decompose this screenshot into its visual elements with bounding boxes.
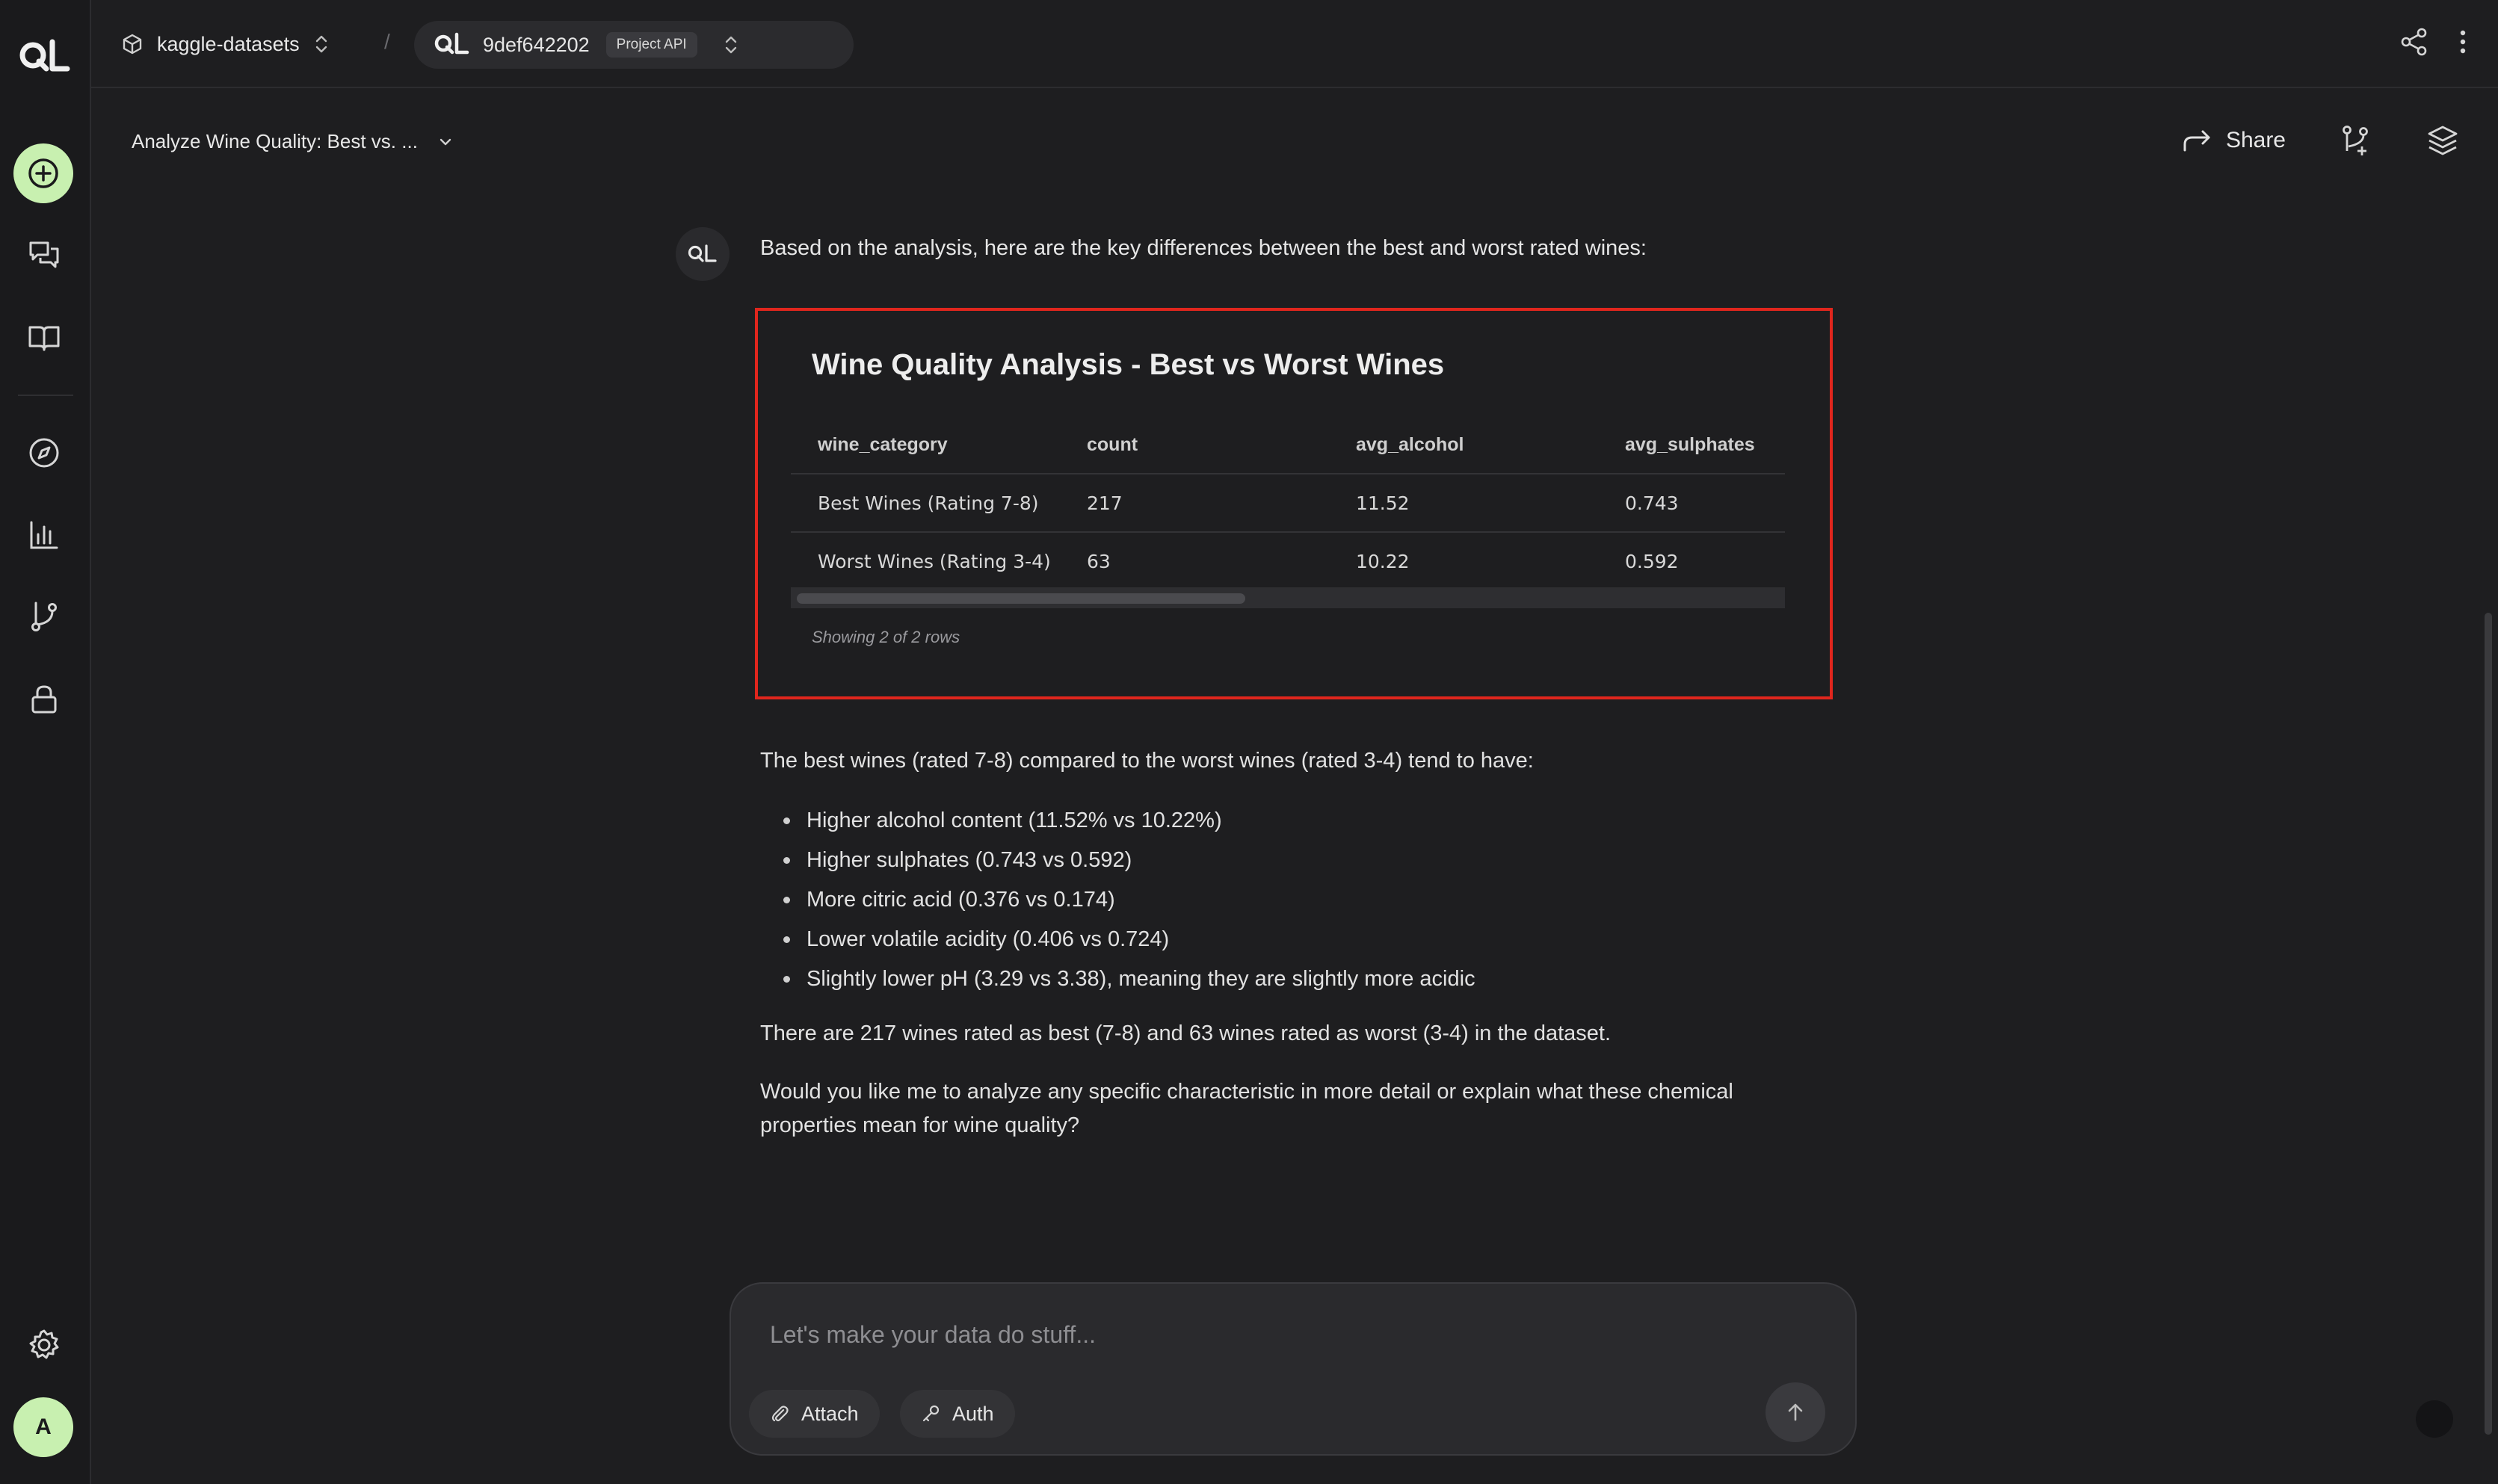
breadcrumb-separator: / [384, 30, 390, 53]
list-item: Higher sulphates (0.743 vs 0.592) [783, 841, 1475, 880]
list-item: Lower volatile acidity (0.406 vs 0.724) [783, 920, 1475, 959]
arrow-up-icon [1788, 1403, 1803, 1421]
chevron-updown-icon [725, 36, 736, 54]
summary-text: The best wines (rated 7-8) compared to t… [760, 749, 1534, 773]
app-logo-icon[interactable] [18, 36, 72, 78]
cube-icon [123, 34, 142, 55]
table-header-row: wine_category count avg_alcohol avg_sulp… [791, 417, 1785, 474]
list-item-text: Higher alcohol content (11.52% vs 10.22%… [807, 809, 1222, 832]
message-intro: Based on the analysis, here are the key … [760, 236, 1647, 260]
auth-label: Auth [952, 1402, 994, 1425]
auth-button[interactable]: Auth [900, 1390, 1015, 1438]
list-item: More citric acid (0.376 vs 0.174) [783, 880, 1475, 920]
lock-icon [31, 685, 57, 714]
ql-logo-icon [434, 32, 469, 55]
result-title: Wine Quality Analysis - Best vs Worst Wi… [812, 348, 1445, 381]
column-header[interactable]: wine_category [791, 417, 1060, 474]
chevron-down-icon [440, 138, 451, 145]
table-cell: 217 [1060, 474, 1329, 533]
sidebar-item-chats[interactable] [17, 229, 71, 282]
new-chat-button[interactable] [13, 143, 73, 203]
table-cell: 11.52 [1329, 474, 1598, 533]
page-scrollbar[interactable] [2485, 613, 2492, 1435]
paperclip-icon [771, 1406, 789, 1422]
table-row: Worst Wines (Rating 3-4) 63 10.22 0.592 [791, 532, 1785, 591]
bar-chart-icon [30, 521, 58, 549]
share-button[interactable]: Share [2183, 128, 2286, 153]
sidebar-item-settings[interactable] [17, 1318, 71, 1372]
query-result-card: Wine Quality Analysis - Best vs Worst Wi… [755, 308, 1833, 699]
api-id: 9def642202 [483, 33, 590, 56]
table-cell: 0.592 [1598, 532, 1785, 591]
table-cell: Worst Wines (Rating 3-4) [791, 532, 1060, 591]
chat-header-actions: Share [2183, 124, 2459, 157]
table-cell: 0.743 [1598, 474, 1785, 533]
row-count-label: Showing 2 of 2 rows [812, 628, 960, 646]
table-cell: 10.22 [1329, 532, 1598, 591]
table-cell: 63 [1060, 532, 1329, 591]
layers-icon[interactable] [2426, 124, 2459, 157]
key-icon [922, 1405, 940, 1422]
list-item: Higher alcohol content (11.52% vs 10.22%… [783, 801, 1475, 841]
branch-add-icon[interactable] [2340, 124, 2372, 157]
table-row: Best Wines (Rating 7-8) 217 11.52 0.743 [791, 474, 1785, 533]
attach-button[interactable]: Attach [749, 1390, 880, 1438]
table-horizontal-scrollbar[interactable] [791, 587, 1785, 608]
column-header[interactable]: avg_sulphates [1598, 417, 1785, 474]
sidebar-item-branches[interactable] [17, 590, 71, 644]
more-vertical-icon[interactable] [2458, 27, 2468, 57]
column-header[interactable]: avg_alcohol [1329, 417, 1598, 474]
chevron-updown-icon [315, 35, 327, 53]
plus-circle-icon [28, 158, 58, 188]
book-open-icon [28, 326, 60, 351]
project-selector[interactable]: kaggle-datasets [121, 22, 330, 66]
forward-arrow-icon [2183, 130, 2210, 152]
sidebar-item-analytics[interactable] [17, 508, 71, 562]
message-input[interactable] [770, 1317, 1742, 1352]
api-type-badge: Project API [605, 32, 697, 58]
topbar-actions [2399, 27, 2468, 57]
column-header[interactable]: count [1060, 417, 1329, 474]
table-cell: Best Wines (Rating 7-8) [791, 474, 1060, 533]
result-table: wine_category count avg_alcohol avg_sulp… [791, 417, 1785, 591]
sidebar-item-security[interactable] [17, 673, 71, 726]
sidebar-divider [18, 395, 73, 396]
followup-question: Would you like me to analyze any specifi… [760, 1080, 1733, 1137]
list-item-text: More citric acid (0.376 vs 0.174) [807, 888, 1115, 912]
send-button[interactable] [1765, 1382, 1825, 1442]
git-branch-icon [31, 602, 57, 631]
sidebar-item-docs[interactable] [17, 311, 71, 365]
sidebar: A [0, 0, 91, 1484]
chat-title: Analyze Wine Quality: Best vs. ... [132, 130, 418, 152]
project-name: kaggle-datasets [157, 32, 300, 55]
chat-bubbles-icon [29, 241, 59, 268]
attach-label: Attach [801, 1402, 859, 1425]
chat-title-dropdown[interactable]: Analyze Wine Quality: Best vs. ... [132, 130, 454, 153]
scrollbar-thumb[interactable] [797, 593, 1245, 604]
share-nodes-icon[interactable] [2399, 27, 2429, 57]
api-selector[interactable]: 9def642202 Project API [414, 21, 854, 69]
list-item: Slightly lower pH (3.29 vs 3.38), meanin… [783, 959, 1475, 999]
list-item-text: Slightly lower pH (3.29 vs 3.38), meanin… [807, 967, 1475, 991]
gear-icon [29, 1329, 59, 1359]
counts-text: There are 217 wines rated as best (7-8) … [760, 1021, 1612, 1045]
sidebar-item-explore[interactable] [17, 426, 71, 480]
top-bar: kaggle-datasets / 9def642202 Project API [91, 0, 2498, 88]
list-item-text: Lower volatile acidity (0.406 vs 0.724) [807, 927, 1170, 951]
list-item-text: Higher sulphates (0.743 vs 0.592) [807, 848, 1132, 872]
help-widget-button[interactable] [2416, 1400, 2453, 1438]
share-label: Share [2225, 128, 2286, 152]
ql-logo-icon [688, 244, 717, 262]
assistant-avatar [676, 227, 730, 281]
message-composer: Attach Auth [730, 1282, 1857, 1456]
user-avatar[interactable]: A [13, 1397, 73, 1457]
findings-list: Higher alcohol content (11.52% vs 10.22%… [783, 801, 1475, 999]
app-window: A kaggle-datasets / 9def642202 Project A… [0, 0, 2498, 1484]
compass-icon [29, 438, 59, 468]
